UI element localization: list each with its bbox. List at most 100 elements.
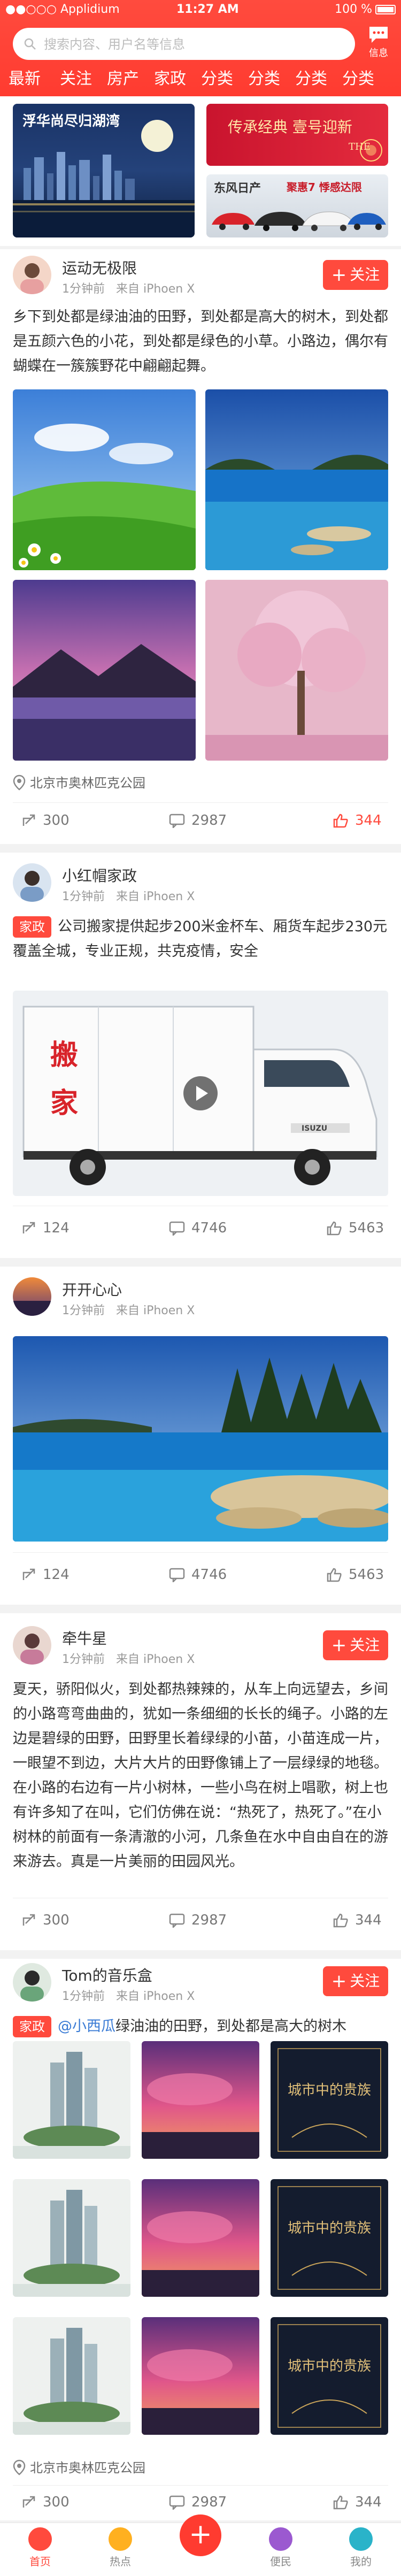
post-source: 来自 iPhoen X [115,282,195,296]
like-button[interactable]: 344 [333,810,382,831]
search-input[interactable] [43,33,344,56]
share-button[interactable]: 300 [21,1910,70,1931]
home-icon [28,2527,52,2551]
share-count: 124 [43,1220,70,1236]
tab-housekeeping[interactable]: 家政 [154,67,186,91]
avatar[interactable] [13,1277,51,1316]
sunset-clouds-photo [142,2317,259,2435]
nav-hot[interactable]: 热点 [80,2527,160,2569]
username[interactable]: 牵牛星 [62,1627,107,1649]
follow-button[interactable]: + 关注 [323,260,388,290]
post-image-mountain-lake[interactable] [13,580,196,761]
comment-button[interactable]: 4746 [169,1564,227,1585]
post-location[interactable]: 北京市奥林匹克公园 [13,2457,145,2476]
poster-title: 城市中的贵族 [288,2082,371,2098]
post-location[interactable]: 北京市奥林匹克公园 [13,772,145,791]
nav-home[interactable]: 首页 [0,2527,80,2569]
tab-latest[interactable]: 最新 [9,67,41,91]
post-image-lake[interactable] [205,389,388,570]
like-button[interactable]: 5463 [326,1564,384,1585]
post-body: 绿油油的田野，到处都是高大的树木 [115,2018,346,2035]
message-label: 信息 [369,48,388,59]
category-tag[interactable]: 家政 [13,2016,51,2037]
comment-button[interactable]: 4746 [169,1217,227,1239]
post-image-sunset[interactable] [142,2179,259,2297]
comment-icon [169,814,185,830]
like-button[interactable]: 5463 [326,1217,384,1239]
thumbs-up-icon [327,1568,342,1582]
post-meta: 1分钟前 来自 iPhoen X [62,1987,195,2004]
share-button[interactable]: 300 [21,2491,70,2513]
banner-car[interactable]: 东风日产 聚惠7 悸感达限 [206,174,388,237]
post-image-city[interactable] [13,2317,130,2435]
comment-button[interactable]: 2987 [169,810,227,831]
post-image-blossom[interactable] [205,580,388,761]
avatar[interactable] [13,1626,51,1665]
post-image-meadow[interactable] [13,389,196,570]
tab-real-estate[interactable]: 房产 [107,67,139,91]
tab-category-3[interactable]: 分类 [295,67,327,91]
poster-title: 城市中的贵族 [288,2358,371,2374]
avatar-image [13,863,51,902]
avatar[interactable] [13,863,51,902]
tab-category-2[interactable]: 分类 [248,67,280,91]
sunset-clouds-photo [142,2179,259,2297]
post-text: 乡下到处都是绿油油的田野，到处都是高大的树木，到处都是五颜六色的小花，到处都是绿… [13,309,388,374]
tab-category-1[interactable]: 分类 [201,67,233,91]
avatar[interactable] [13,1963,51,2002]
lakeside-city-illustration [13,120,195,237]
avatar[interactable] [13,256,51,294]
share-button[interactable]: 124 [21,1564,70,1585]
post-image-poster[interactable]: 城市中的贵族 [271,2041,388,2159]
nav-services[interactable]: 便民 [241,2527,321,2569]
banner-area: 浮华尚尽归湖湾 传承经典 壹号迎新 THE 东风日产 聚惠7 悸感达限 [0,96,401,246]
like-button[interactable]: 344 [333,2491,382,2513]
comment-button[interactable]: 2987 [169,1910,227,1931]
username[interactable]: 小红帽家政 [62,864,137,886]
post-meta: 1分钟前 来自 iPhoen X [62,887,195,904]
message-button[interactable]: 信息 [363,25,395,66]
share-icon [22,1914,35,1926]
like-count: 344 [355,1912,382,1928]
nav-home-label: 首页 [29,2555,51,2568]
nav-profile[interactable]: 我的 [321,2527,401,2569]
post-image-poster[interactable]: 城市中的贵族 [271,2179,388,2297]
post-image-lakeshore[interactable] [13,1336,388,1542]
search-bar[interactable] [13,28,355,60]
post-image-city[interactable] [13,2179,130,2297]
post-card: 运动无极限 1分钟前 来自 iPhoen X + 关注 乡下到处都是绿油油的田野，… [0,249,401,844]
mention-link[interactable]: @小西瓜 [58,2018,115,2035]
post-source: 来自 iPhoen X [115,890,195,903]
post-image-poster[interactable]: 城市中的贵族 [271,2317,388,2435]
post-time: 1分钟前 [62,1653,105,1666]
plus-icon: + [331,1971,347,1992]
blossom-tree-photo [205,580,388,761]
share-button[interactable]: 124 [21,1217,70,1239]
follow-label: 关注 [350,1636,380,1654]
banner-lakeside[interactable]: 浮华尚尽归湖湾 [13,104,195,237]
follow-button[interactable]: + 关注 [323,1630,388,1660]
share-button[interactable]: 300 [21,810,70,831]
tab-follow[interactable]: 关注 [60,67,92,91]
post-time: 1分钟前 [62,1990,105,2003]
share-icon [22,814,35,826]
like-button[interactable]: 344 [333,1910,382,1931]
post-image-sunset[interactable] [142,2317,259,2435]
category-tag[interactable]: 家政 [13,916,51,938]
username[interactable]: Tom的音乐盒 [62,1964,152,1985]
comment-button[interactable]: 2987 [169,2491,227,2513]
play-button[interactable] [183,1076,218,1110]
plus-icon: + [331,1635,347,1656]
banner-classic[interactable]: 传承经典 壹号迎新 THE [206,104,388,166]
username[interactable]: 开开心心 [62,1278,122,1300]
banner-car-brand: 东风日产 [214,182,261,195]
post-image-sunset[interactable] [142,2041,259,2159]
username[interactable]: 运动无极限 [62,257,137,278]
publish-button[interactable]: + [180,2514,221,2556]
truck-text-1: 搬 [50,1039,78,1071]
tab-category-4[interactable]: 分类 [342,67,374,91]
follow-button[interactable]: + 关注 [323,1966,388,1996]
post-card: 小红帽家政 1分钟前 来自 iPhoen X 家政 公司搬家提供起步200米金杯车… [0,853,401,1258]
post-image-city[interactable] [13,2041,130,2159]
city-tower-photo [13,2317,130,2435]
